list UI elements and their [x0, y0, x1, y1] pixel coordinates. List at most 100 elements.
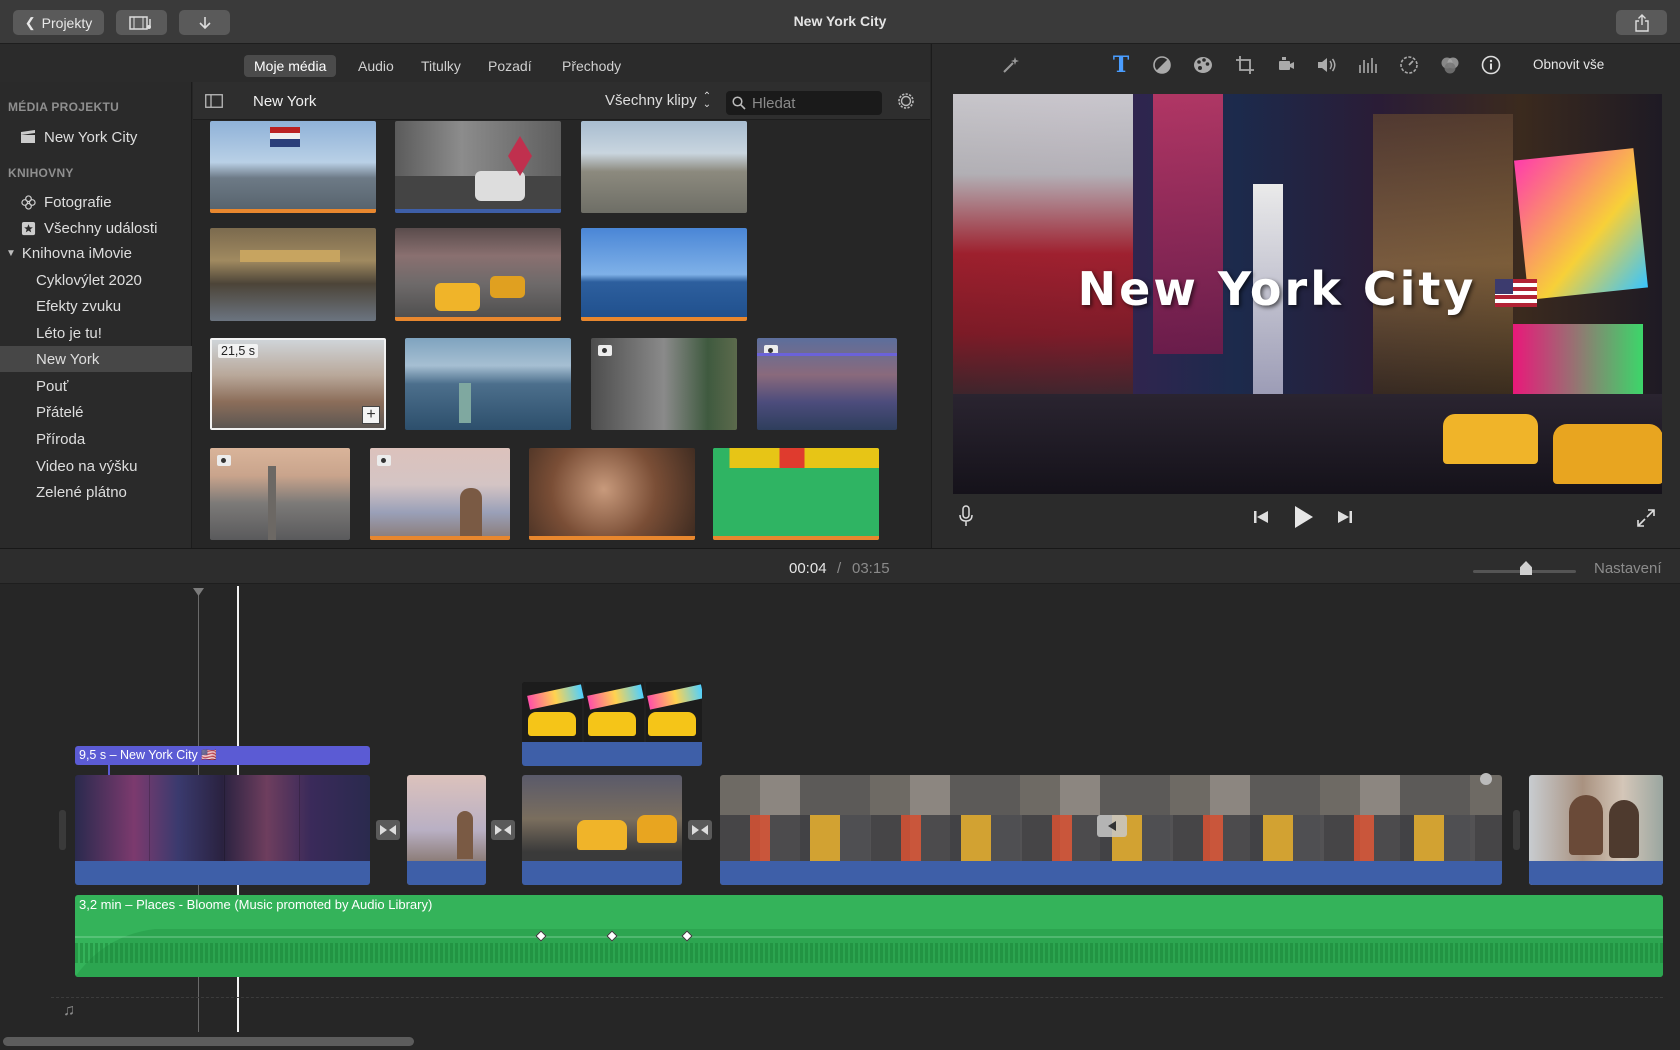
search-field[interactable]	[726, 91, 882, 115]
fullscreen-button[interactable]	[1635, 507, 1657, 529]
timeline-header: 00:04 / 03:15 Nastavení	[0, 548, 1680, 584]
library-sidebar: MÉDIA PROJEKTU New York City KNIHOVNY Fo…	[0, 82, 192, 548]
equalizer-icon[interactable]	[1357, 54, 1379, 76]
sidebar-item-label: New York City	[44, 128, 138, 146]
current-timecode: 00:04	[789, 560, 827, 577]
browser-toolbar: New York Všechny klipy ⌃ ⌄	[193, 82, 930, 120]
sidebar-event-pratele[interactable]: Přátelé	[0, 399, 192, 425]
tab-titles[interactable]: Titulky	[411, 55, 471, 77]
speed-icon[interactable]	[1398, 54, 1420, 76]
sidebar-item-imovie-library[interactable]: ▼ Knihovna iMovie	[0, 240, 192, 266]
disclosure-triangle-icon[interactable]: ▼	[6, 248, 16, 259]
timeline-horizontal-scrollbar[interactable]	[3, 1037, 414, 1046]
reset-all-button[interactable]: Obnovit vše	[1533, 57, 1604, 72]
timeline-video-clip[interactable]	[720, 775, 1502, 885]
play-button[interactable]	[1290, 504, 1316, 530]
timeline-settings-button[interactable]: Nastavení	[1594, 560, 1662, 577]
photo-thumbnail[interactable]	[210, 448, 350, 540]
magic-wand-icon[interactable]	[1000, 54, 1022, 76]
photo-thumbnail[interactable]	[757, 338, 897, 430]
title-text-icon[interactable]: T	[1110, 52, 1132, 78]
transition-cross-dissolve[interactable]	[491, 820, 515, 840]
clip-thumbnail[interactable]	[395, 228, 561, 321]
toggle-sidebar-button[interactable]	[205, 94, 223, 111]
window-title: New York City	[793, 13, 887, 29]
title-clip[interactable]: 9,5 s – New York City 🇺🇸	[75, 746, 370, 765]
sidebar-event-cyklovylet[interactable]: Cyklovýlet 2020	[0, 267, 192, 293]
clip-end-handle[interactable]	[1480, 773, 1492, 785]
timeline-end-handle[interactable]	[1513, 810, 1520, 850]
timeline-video-clip[interactable]	[1529, 775, 1663, 885]
tab-audio[interactable]: Audio	[348, 55, 404, 77]
color-balance-icon[interactable]	[1151, 54, 1173, 76]
stabilization-icon[interactable]	[1275, 54, 1297, 76]
clip-filter-label: Všechny klipy	[605, 92, 697, 109]
sidebar-item-label: Všechny události	[44, 219, 158, 237]
clip-filter-select[interactable]: Všechny klipy ⌃ ⌄	[605, 91, 711, 109]
chevron-left-icon: ❮	[24, 14, 36, 30]
import-download-button[interactable]	[179, 10, 230, 35]
zoom-slider-knob[interactable]	[1520, 561, 1532, 575]
sidebar-event-new-york[interactable]: New York	[0, 346, 192, 372]
sidebar-event-pout[interactable]: Pouť	[0, 373, 192, 399]
photo-thumbnail[interactable]	[591, 338, 737, 430]
filter-icon[interactable]	[1439, 54, 1461, 76]
clip-thumbnail[interactable]	[581, 121, 747, 213]
timeline-video-clip[interactable]	[407, 775, 486, 885]
sidebar-event-zelene-platno[interactable]: Zelené plátno	[0, 479, 192, 505]
projects-back-button[interactable]: ❮ Projekty	[13, 10, 104, 35]
title-clip-label: 9,5 s – New York City 🇺🇸	[79, 748, 217, 762]
sidebar-event-efekty-zvuku[interactable]: Efekty zvuku	[0, 293, 192, 319]
tab-my-media[interactable]: Moje média	[244, 55, 337, 77]
video-title-overlay: New York City	[953, 262, 1662, 316]
transition-cross-dissolve[interactable]	[688, 820, 712, 840]
voiceover-button[interactable]	[955, 504, 977, 528]
color-correction-icon[interactable]	[1192, 54, 1214, 76]
share-button[interactable]	[1616, 10, 1667, 35]
sidebar-item-project[interactable]: New York City	[0, 124, 192, 150]
camera-icon	[377, 455, 391, 466]
clip-thumbnail[interactable]	[529, 448, 695, 540]
clip-thumbnail[interactable]	[395, 121, 561, 213]
tab-transitions[interactable]: Přechody	[552, 55, 631, 77]
sidebar-event-priroda[interactable]: Příroda	[0, 426, 192, 452]
sidebar-item-all-events[interactable]: Všechny události	[0, 215, 192, 241]
volume-icon[interactable]	[1316, 54, 1338, 76]
clip-thumbnail[interactable]	[405, 338, 571, 430]
search-input[interactable]	[752, 94, 872, 112]
background-music-clip[interactable]: 3,2 min – Places - Bloome (Music promote…	[75, 895, 1663, 977]
green-screen-thumbnail[interactable]	[713, 448, 879, 540]
adjustments-toolbar: T Obnovit vše	[932, 44, 1680, 86]
clip-thumbnail[interactable]	[210, 121, 376, 213]
sidebar-event-leto[interactable]: Léto je tu!	[0, 320, 192, 346]
camera-icon	[217, 455, 231, 466]
skip-forward-button[interactable]	[1334, 507, 1356, 527]
skip-back-button[interactable]	[1250, 507, 1272, 527]
transition-cross-dissolve[interactable]	[376, 820, 400, 840]
project-media-heading: MÉDIA PROJEKTU	[8, 100, 120, 114]
clip-thumbnail[interactable]	[210, 228, 376, 321]
clip-thumbnail[interactable]	[581, 228, 747, 321]
us-flag-icon	[1495, 278, 1538, 307]
info-icon[interactable]	[1480, 54, 1502, 76]
video-preview[interactable]: New York City	[953, 94, 1662, 494]
tab-backgrounds[interactable]: Pozadí	[478, 55, 542, 77]
add-to-project-button[interactable]: +	[362, 406, 380, 424]
sidebar-item-label: Fotografie	[44, 193, 112, 211]
sidebar-event-video-na-vysku[interactable]: Video na výšku	[0, 453, 192, 479]
clip-speed-marker-icon[interactable]	[1097, 815, 1127, 837]
cutaway-clip[interactable]	[522, 682, 702, 766]
timeline-video-clip[interactable]	[522, 775, 682, 885]
crop-icon[interactable]	[1234, 54, 1256, 76]
timeline-start-handle[interactable]	[59, 810, 66, 850]
browser-settings-button[interactable]	[896, 91, 916, 114]
sidebar-item-photos[interactable]: Fotografie	[0, 189, 192, 215]
video-title-text: New York City	[1077, 262, 1477, 316]
photo-thumbnail[interactable]	[370, 448, 510, 540]
media-import-button[interactable]	[116, 10, 167, 35]
expand-icon	[1637, 509, 1655, 527]
event-title: New York	[253, 93, 317, 110]
clip-thumbnail-selected[interactable]: 21,5 s +	[210, 338, 386, 430]
browser-tab-bar: Moje média Audio Titulky Pozadí Přechody	[0, 44, 930, 82]
timeline-video-clip[interactable]	[75, 775, 370, 885]
